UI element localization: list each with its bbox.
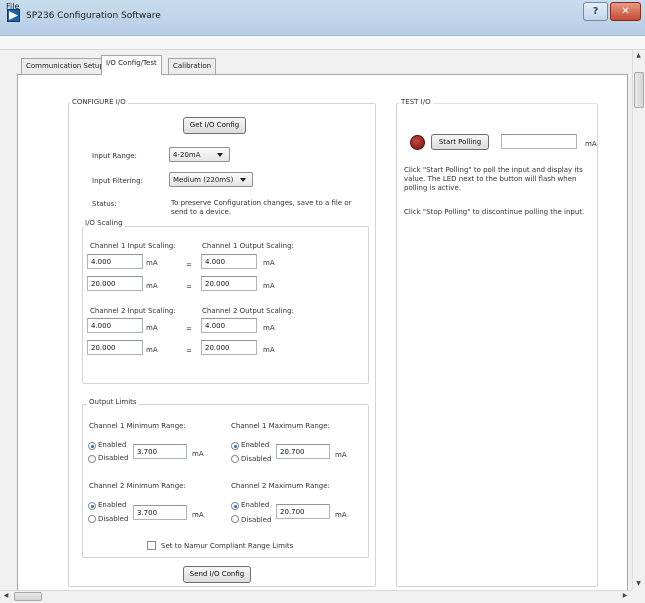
- output-limits-title: Output Limits: [87, 398, 139, 406]
- close-button[interactable]: ✕: [610, 2, 641, 21]
- close-icon: ✕: [621, 6, 630, 17]
- ch2-max-range-label: Channel 2 Maximum Range:: [231, 482, 330, 490]
- status-text: To preserve Configuration changes, save …: [171, 199, 352, 216]
- ch1-input-scaling-label: Channel 1 Input Scaling:: [90, 242, 176, 250]
- unit-label: mA: [335, 511, 347, 519]
- scroll-down-icon[interactable]: ▼: [632, 580, 645, 587]
- get-io-config-button[interactable]: Get I/O Config: [183, 117, 246, 134]
- input-range-select[interactable]: 4-20mA: [169, 147, 230, 162]
- input-range-label: Input Range:: [92, 152, 137, 160]
- tab-communication-setup[interactable]: Communication Setup: [21, 58, 109, 74]
- menu-file[interactable]: File: [6, 2, 19, 11]
- unit-label: mA: [263, 346, 275, 354]
- scroll-left-icon[interactable]: ◀: [1, 592, 11, 599]
- test-help-text-2: Click "Stop Polling" to discontinue poll…: [404, 208, 585, 216]
- ch1-max-disabled-label: Disabled: [241, 455, 272, 463]
- polling-value-field: [501, 134, 577, 149]
- unit-label: mA: [335, 451, 347, 459]
- ch1-min-disabled-radio[interactable]: [88, 455, 96, 463]
- unit-label: mA: [585, 140, 597, 148]
- io-scaling-title: I/O Scaling: [83, 219, 125, 227]
- input-filtering-label: Input Filtering:: [92, 177, 143, 185]
- polling-led: [410, 135, 425, 150]
- send-io-config-button[interactable]: Send I/O Config: [183, 566, 251, 583]
- test-io-title: TEST I/O: [399, 98, 433, 106]
- input-filtering-value: Medium (220mS): [173, 176, 234, 184]
- ch1-max-disabled-radio[interactable]: [231, 455, 239, 463]
- ch2-input-high-field[interactable]: 20.000: [87, 340, 143, 355]
- status-label: Status:: [92, 200, 117, 208]
- start-polling-button[interactable]: Start Polling: [431, 134, 489, 150]
- ch2-output-low-field[interactable]: 4.000: [201, 318, 257, 333]
- unit-label: mA: [192, 511, 204, 519]
- unit-label: mA: [146, 259, 158, 267]
- ch1-min-enabled-radio[interactable]: [88, 442, 96, 450]
- ch1-input-high-field[interactable]: 20.000: [87, 276, 143, 291]
- ch1-min-range-label: Channel 1 Minimum Range:: [89, 422, 186, 430]
- ch2-max-disabled-label: Disabled: [241, 516, 272, 524]
- ch1-min-disabled-label: Disabled: [98, 454, 129, 462]
- menu-bar: [0, 36, 645, 50]
- horizontal-scrollbar[interactable]: [0, 590, 632, 603]
- chevron-down-icon: [240, 178, 246, 182]
- ch1-input-low-field[interactable]: 4.000: [87, 254, 143, 269]
- input-filtering-select[interactable]: Medium (220mS): [169, 172, 253, 187]
- equals-sign: =: [186, 347, 192, 355]
- help-icon: ?: [592, 6, 599, 17]
- tab-calibration[interactable]: Calibration: [168, 58, 217, 74]
- ch2-input-scaling-label: Channel 2 Input Scaling:: [90, 307, 176, 315]
- ch2-min-enabled-label: Enabled: [98, 501, 127, 509]
- ch2-max-enabled-label: Enabled: [241, 501, 270, 509]
- ch2-min-disabled-label: Disabled: [98, 515, 129, 523]
- equals-sign: =: [186, 283, 192, 291]
- ch2-min-range-label: Channel 2 Minimum Range:: [89, 482, 186, 490]
- unit-label: mA: [263, 324, 275, 332]
- window-title: SP236 Configuration Software: [26, 11, 161, 21]
- horizontal-scroll-thumb[interactable]: [14, 592, 42, 601]
- ch2-max-range-field[interactable]: 20.700: [276, 504, 330, 519]
- unit-label: mA: [192, 450, 204, 458]
- equals-sign: =: [186, 261, 192, 269]
- ch2-max-disabled-radio[interactable]: [231, 515, 239, 523]
- ch1-max-enabled-label: Enabled: [241, 441, 270, 449]
- scrollbar-corner: [632, 590, 645, 603]
- vertical-scrollbar[interactable]: [632, 50, 645, 590]
- configure-io-title: CONFIGURE I/O: [70, 98, 128, 106]
- unit-label: mA: [146, 282, 158, 290]
- input-range-value: 4-20mA: [173, 151, 201, 159]
- ch1-output-high-field[interactable]: 20.000: [201, 276, 257, 291]
- equals-sign: =: [186, 325, 192, 333]
- unit-label: mA: [263, 282, 275, 290]
- ch1-min-range-field[interactable]: 3.700: [133, 444, 187, 459]
- namur-label: Set to Namur Compliant Range Limits: [161, 542, 294, 550]
- chevron-down-icon: [217, 153, 223, 157]
- namur-checkbox[interactable]: [147, 541, 156, 550]
- scroll-right-icon[interactable]: ▶: [620, 592, 630, 599]
- tab-io-config-test[interactable]: I/O Config/Test: [101, 55, 162, 75]
- vertical-scroll-thumb[interactable]: [634, 72, 644, 108]
- ch2-input-low-field[interactable]: 4.000: [87, 318, 143, 333]
- ch2-min-range-field[interactable]: 3.700: [133, 505, 187, 520]
- ch1-output-scaling-label: Channel 1 Output Scaling:: [202, 242, 294, 250]
- ch2-min-disabled-radio[interactable]: [88, 515, 96, 523]
- ch1-output-low-field[interactable]: 4.000: [201, 254, 257, 269]
- ch2-max-enabled-radio[interactable]: [231, 502, 239, 510]
- test-help-text-1: Click "Start Polling" to poll the input …: [404, 166, 583, 192]
- scroll-up-icon[interactable]: ▲: [632, 52, 645, 59]
- ch2-output-high-field[interactable]: 20.000: [201, 340, 257, 355]
- ch1-min-enabled-label: Enabled: [98, 441, 127, 449]
- ch1-max-range-field[interactable]: 20.700: [276, 444, 330, 459]
- ch2-output-scaling-label: Channel 2 Output Scaling:: [202, 307, 294, 315]
- unit-label: mA: [146, 324, 158, 332]
- unit-label: mA: [146, 346, 158, 354]
- ch2-min-enabled-radio[interactable]: [88, 502, 96, 510]
- ch1-max-range-label: Channel 1 Maximum Range:: [231, 422, 330, 430]
- ch1-max-enabled-radio[interactable]: [231, 442, 239, 450]
- unit-label: mA: [263, 259, 275, 267]
- help-button[interactable]: ?: [583, 2, 608, 21]
